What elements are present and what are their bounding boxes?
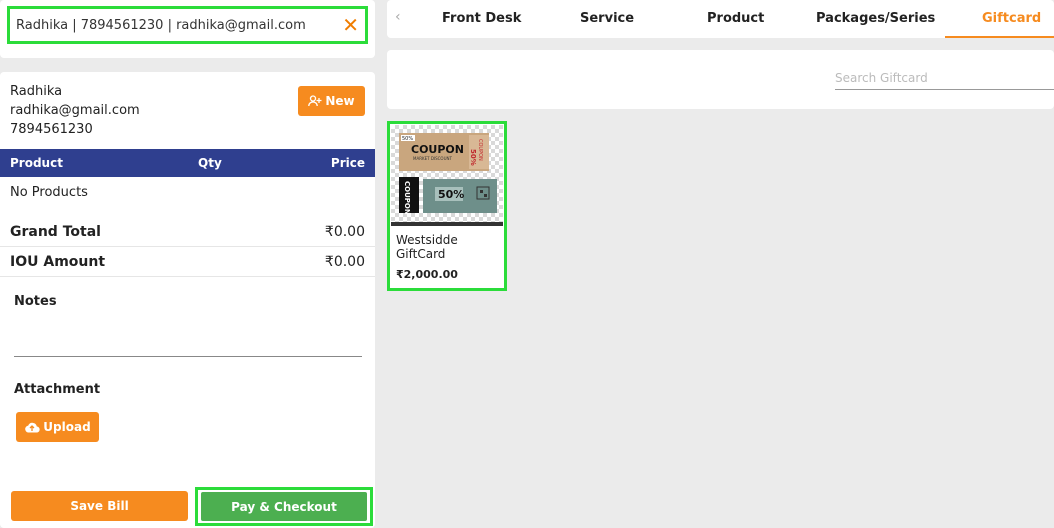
attachment-label: Attachment: [14, 382, 101, 397]
coupon-subtitle: MARKET DISCOUNT: [413, 156, 452, 161]
upload-label: Upload: [43, 420, 91, 434]
customer-search-panel: ✕: [0, 0, 375, 58]
tab-service[interactable]: Service: [580, 11, 634, 26]
customer-info: Radhika radhika@gmail.com 7894561230: [10, 82, 140, 139]
giftcard-price: ₹2,000.00: [396, 268, 458, 281]
close-icon[interactable]: ✕: [342, 15, 359, 35]
grand-total-row: Grand Total ₹0.00: [0, 218, 375, 247]
giftcard-search-panel: [387, 50, 1054, 109]
customer-name: Radhika: [10, 84, 63, 99]
customer-search-field: ✕: [7, 6, 368, 44]
tab-front-desk[interactable]: Front Desk: [442, 11, 521, 26]
coupon-side-pct: 50%: [469, 149, 477, 166]
add-user-icon: [308, 95, 322, 107]
new-customer-label: New: [325, 94, 355, 108]
coupon-title-top: COUPON: [411, 143, 464, 156]
coupon-big-pct: 50%: [438, 188, 464, 201]
notes-input[interactable]: [14, 356, 362, 357]
category-tabs: ‹ Front Desk Service Product Packages/Se…: [387, 0, 1054, 38]
tab-packages-series[interactable]: Packages/Series: [816, 11, 935, 26]
giftcard-name: Westsidde GiftCard: [396, 233, 458, 261]
giftcard-search-input[interactable]: [835, 66, 1054, 90]
bill-panel: Radhika radhika@gmail.com 7894561230 New…: [0, 72, 375, 528]
tab-giftcard[interactable]: Giftcard: [982, 11, 1041, 26]
new-customer-button[interactable]: New: [298, 86, 365, 116]
upload-button[interactable]: Upload: [16, 412, 99, 442]
customer-phone: 7894561230: [10, 122, 93, 137]
coupon-image: 50% COUPON MARKET DISCOUNT COUPON 50% CO…: [399, 133, 497, 215]
grand-total-value: ₹0.00: [324, 224, 365, 240]
iou-amount-value: ₹0.00: [324, 254, 365, 270]
chevron-left-icon[interactable]: ‹: [395, 9, 401, 25]
product-table-header: Product Qty Price: [0, 149, 375, 177]
iou-amount-label: IOU Amount: [10, 254, 106, 270]
coupon-small-pct: 50%: [402, 136, 413, 142]
customer-email: radhika@gmail.com: [10, 103, 140, 118]
tab-product[interactable]: Product: [707, 11, 764, 26]
giftcard-image-strip: [391, 222, 503, 226]
giftcard-image: 50% COUPON MARKET DISCOUNT COUPON 50% CO…: [391, 125, 503, 225]
iou-amount-row: IOU Amount ₹0.00: [0, 248, 375, 277]
empty-table-message: No Products: [10, 185, 88, 200]
column-product: Product: [10, 156, 63, 170]
grand-total-label: Grand Total: [10, 224, 101, 240]
active-tab-indicator: [945, 36, 1054, 38]
cloud-upload-icon: [25, 422, 40, 433]
column-price: Price: [330, 156, 365, 170]
save-bill-button[interactable]: Save Bill: [11, 491, 188, 521]
pay-checkout-button[interactable]: Pay & Checkout: [201, 492, 367, 521]
notes-label: Notes: [14, 294, 57, 309]
column-qty: Qty: [198, 156, 222, 170]
coupon-title-bottom: COUPON: [403, 181, 411, 215]
checkout-highlight: Pay & Checkout: [195, 487, 373, 526]
customer-search-input[interactable]: [16, 17, 339, 33]
giftcard-tile[interactable]: 50% COUPON MARKET DISCOUNT COUPON 50% CO…: [387, 121, 507, 291]
